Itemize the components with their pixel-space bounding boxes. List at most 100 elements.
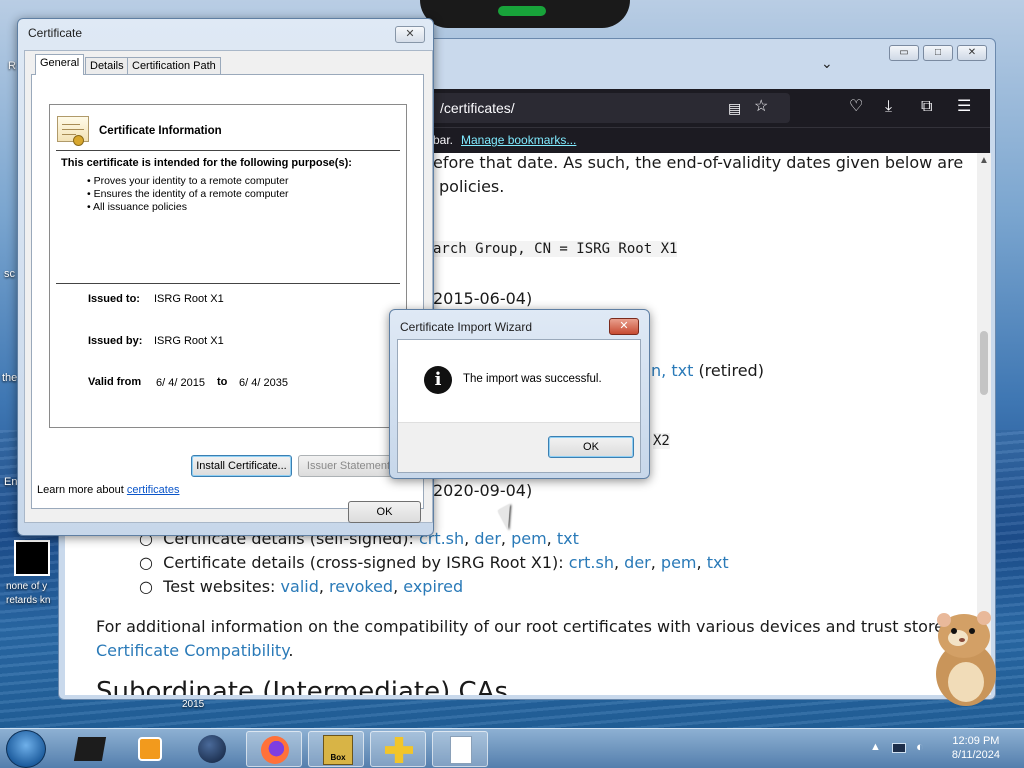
info-icon: i xyxy=(424,366,452,394)
purpose-text: Proves your identity to a remote compute… xyxy=(93,175,289,187)
chevron-down-icon[interactable]: ⌄ xyxy=(821,55,833,72)
learn-more-text: Learn more about xyxy=(37,484,124,496)
tab-details[interactable]: Details xyxy=(85,57,129,75)
valid-from-label: Valid from xyxy=(88,376,142,388)
hamster-mascot-icon xyxy=(936,611,996,706)
scrollbar-thumb[interactable] xyxy=(980,331,988,395)
success-message: The import was successful. xyxy=(463,373,602,385)
certificates-link[interactable]: certificates xyxy=(127,484,180,496)
extensions-icon[interactable]: ⧉ xyxy=(921,98,932,116)
revoked-link[interactable]: revoked xyxy=(329,577,393,596)
txt-link[interactable]: txt xyxy=(707,553,729,572)
pem-link[interactable]: pem xyxy=(511,529,547,548)
minimize-button[interactable]: ▭ xyxy=(889,45,919,61)
tab-certification-path[interactable]: Certification Path xyxy=(127,57,221,75)
crtsh-link[interactable]: crt.sh xyxy=(569,553,614,572)
link-fragment[interactable]: n, xyxy=(651,361,666,380)
general-tab-panel: Certificate Information This certificate… xyxy=(31,74,424,509)
period: . xyxy=(288,641,294,660)
retired-text: (retired) xyxy=(698,361,764,380)
black-file-icon[interactable] xyxy=(14,540,50,576)
network-icon[interactable] xyxy=(892,743,906,753)
page-text-line: policies. xyxy=(439,177,505,196)
wizard-body: i The import was successful. OK xyxy=(397,339,641,473)
firefox-icon[interactable] xyxy=(246,731,302,767)
pem-link[interactable]: pem xyxy=(661,553,697,572)
divider xyxy=(56,150,400,151)
bookmark-star-icon[interactable]: ☆ xyxy=(754,98,768,116)
menu-icon[interactable]: ☰ xyxy=(957,98,971,116)
media-player-icon[interactable] xyxy=(122,731,178,767)
clock-date: 8/11/2024 xyxy=(951,749,1000,761)
desktop-icon-label[interactable]: none of y retards kn xyxy=(6,580,60,608)
expired-link[interactable]: expired xyxy=(403,577,463,596)
issuer-statement-button[interactable]: Issuer Statement xyxy=(298,455,399,477)
ok-button[interactable]: OK xyxy=(348,501,421,523)
purpose-text: Ensures the identity of a remote compute… xyxy=(93,188,289,200)
certificate-compatibility-link[interactable]: Certificate Compatibility xyxy=(96,641,288,660)
scroll-up-icon[interactable]: ▲ xyxy=(979,155,989,166)
dialog-title: Certificate Import Wizard xyxy=(400,320,533,334)
dark-box-icon[interactable] xyxy=(62,731,118,767)
volume-icon[interactable]: ◐ xyxy=(916,739,924,754)
install-certificate-button[interactable]: Install Certificate... xyxy=(191,455,292,477)
boxed-game-icon[interactable]: Box xyxy=(308,731,364,767)
url-bar[interactable]: /certificates/ ▤ ☆ xyxy=(420,93,790,123)
globe-icon[interactable] xyxy=(184,731,240,767)
date-text: 2015-06-04) xyxy=(433,289,533,308)
divider xyxy=(56,283,400,284)
desktop-icon-label[interactable]: the xyxy=(2,372,17,385)
system-clock[interactable]: 12:09 PM 8/11/2024 xyxy=(952,734,1000,762)
import-wizard-dialog: Certificate Import Wizard ✕ i The import… xyxy=(389,309,650,479)
der-link[interactable]: der xyxy=(474,529,501,548)
txt-link[interactable]: txt xyxy=(557,529,579,548)
close-button[interactable]: ✕ xyxy=(395,26,425,43)
purpose-heading: This certificate is intended for the fol… xyxy=(61,157,352,169)
issued-by-value: ISRG Root X1 xyxy=(154,335,224,347)
show-hidden-icons-icon[interactable]: ▲ xyxy=(870,741,881,753)
top-dark-shape xyxy=(420,0,630,28)
close-button[interactable]: ✕ xyxy=(957,45,987,61)
box-label: Box xyxy=(323,735,353,765)
purpose-item: • All issuance policies xyxy=(87,201,187,213)
date-text: 2020-09-04) xyxy=(433,481,533,500)
purpose-item: • Proves your identity to a remote compu… xyxy=(87,175,289,187)
desktop-icon-label[interactable]: R xyxy=(8,60,16,73)
taskbar: Box ▲ ◐ 12:09 PM 8/11/2024 xyxy=(0,728,1024,768)
issued-by-label: Issued by: xyxy=(88,335,143,347)
window-title: Certificate xyxy=(28,26,83,40)
valid-link[interactable]: valid xyxy=(281,577,319,596)
certificate-info-box: Certificate Information This certificate… xyxy=(49,104,407,428)
ok-button[interactable]: OK xyxy=(548,436,634,458)
certificate-icon xyxy=(57,116,89,146)
document-icon[interactable] xyxy=(432,731,488,767)
maximize-button[interactable]: □ xyxy=(923,45,953,61)
reader-view-icon[interactable]: ▤ xyxy=(728,99,741,117)
certificate-dialog-body: General Details Certification Path Certi… xyxy=(24,50,433,523)
desktop-icon-label[interactable]: sc xyxy=(4,268,15,281)
tab-general[interactable]: General xyxy=(35,54,85,75)
folder-arrows-icon[interactable] xyxy=(370,731,426,767)
certificate-window: Certificate ✕ General Details Certificat… xyxy=(17,18,434,536)
bullet-cross-signed: ○ Certificate details (cross-signed by I… xyxy=(139,553,729,572)
bullet-test-websites: ○ Test websites: valid, revoked, expired xyxy=(139,577,464,596)
bookmarks-text: bar. xyxy=(433,133,454,147)
der-link[interactable]: der xyxy=(624,553,651,572)
close-button[interactable]: ✕ xyxy=(609,318,639,335)
bullet-label: Test websites: xyxy=(163,577,276,596)
url-text: /certificates/ xyxy=(440,100,515,116)
download-icon[interactable]: ⤓ xyxy=(885,98,892,116)
desktop-icon-label[interactable]: En xyxy=(4,476,17,489)
to-label: to xyxy=(217,376,228,388)
purpose-text: All issuance policies xyxy=(93,201,187,213)
wizard-footer: OK xyxy=(398,422,640,472)
manage-bookmarks-link[interactable]: Manage bookmarks... xyxy=(461,128,576,152)
issued-to-label: Issued to: xyxy=(88,293,140,305)
valid-to-value: 6/ 4/ 2035 xyxy=(239,377,288,389)
txt-link[interactable]: txt xyxy=(671,361,693,380)
issued-to-value: ISRG Root X1 xyxy=(154,293,224,305)
start-orb-icon[interactable] xyxy=(6,730,46,768)
certificate-information-title: Certificate Information xyxy=(99,125,222,137)
pocket-icon[interactable]: ♡ xyxy=(849,98,863,116)
bullet-label: Certificate details (cross-signed by ISR… xyxy=(163,553,564,572)
